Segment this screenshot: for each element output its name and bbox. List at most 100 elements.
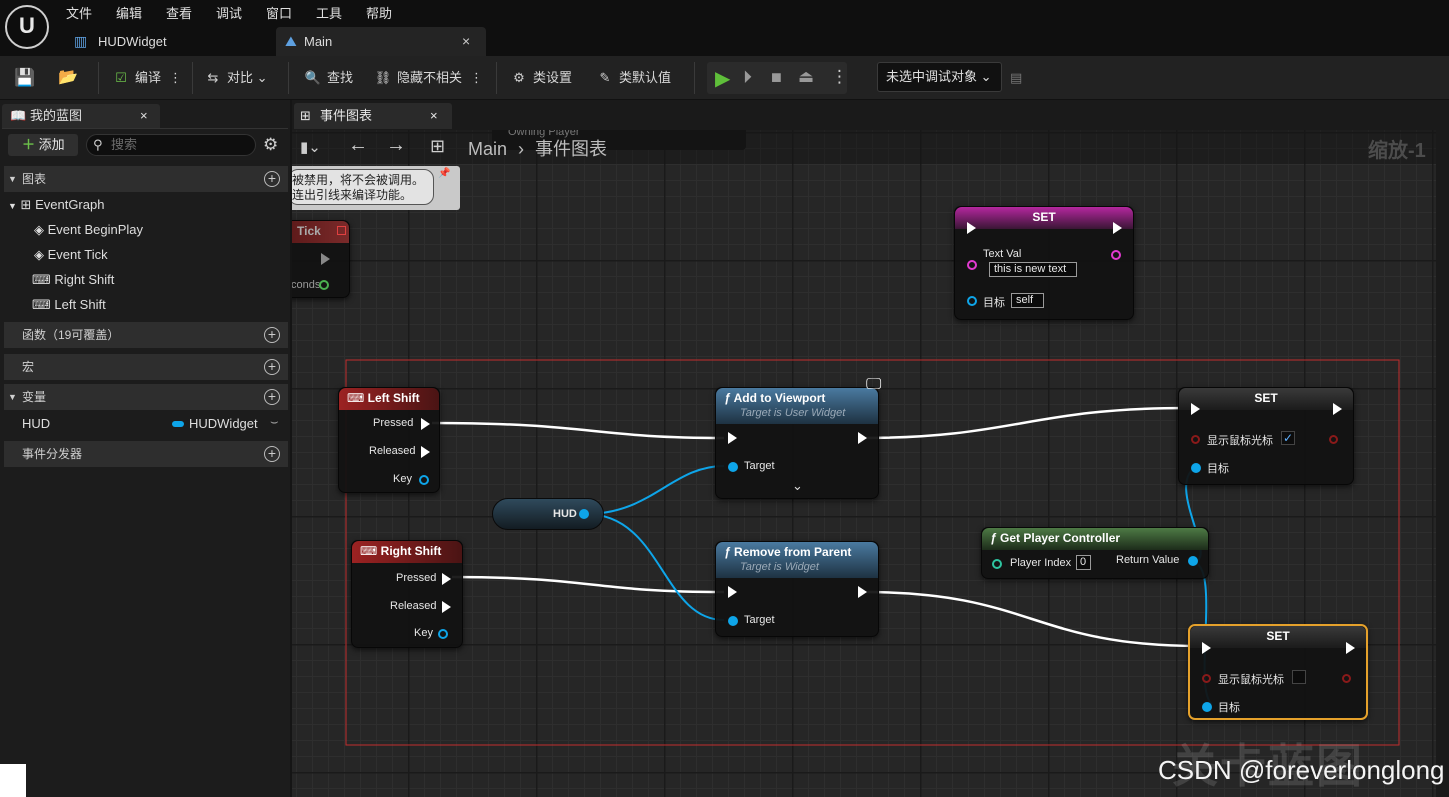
target-pin[interactable]: [967, 296, 977, 306]
set-show-cursor-true-node[interactable]: SET 显示鼠标光标 ✓ 目标: [1178, 387, 1354, 485]
variable-hud-name[interactable]: HUD: [22, 414, 50, 434]
released-exec-pin[interactable]: [442, 601, 451, 613]
remove-from-parent-node[interactable]: ƒ Remove from Parent Target is Widget Ta…: [715, 541, 879, 637]
right-shift-event-node[interactable]: ⌨ Right Shift Pressed Released Key: [351, 540, 463, 648]
section-dispatchers[interactable]: 事件分发器 +: [4, 441, 288, 467]
search-input[interactable]: ⚲ 搜索: [86, 134, 256, 156]
find-button[interactable]: 🔍 查找: [304, 66, 353, 90]
target-pin[interactable]: [1202, 702, 1212, 712]
hide-unrelated-button[interactable]: ⛓ 隐藏不相关 ⋮: [374, 66, 483, 90]
exec-out-pin[interactable]: [1333, 403, 1342, 415]
add-macro-icon[interactable]: +: [264, 359, 280, 375]
stop-icon[interactable]: ■: [771, 67, 782, 88]
step-icon[interactable]: ⏵: [743, 67, 752, 88]
bool-in-pin[interactable]: [1202, 674, 1211, 683]
add-button[interactable]: ＋ 添加: [8, 134, 78, 156]
text-val-out-pin[interactable]: [1111, 250, 1121, 260]
compile-button[interactable]: ☑ 编译 ⋮: [112, 66, 182, 90]
float-pin[interactable]: [319, 280, 329, 290]
section-variables[interactable]: ▼ 变量 +: [4, 384, 288, 410]
save-icon[interactable]: 💾: [14, 66, 35, 90]
unreal-logo[interactable]: U: [5, 5, 49, 49]
get-player-controller-node[interactable]: ƒ Get Player Controller Player Index 0 R…: [981, 527, 1209, 579]
tree-item-right-shift[interactable]: ⌨ Right Shift: [32, 270, 114, 290]
pressed-exec-pin[interactable]: [421, 418, 430, 430]
back-arrow-icon[interactable]: ←: [348, 134, 368, 157]
menu-view[interactable]: 查看: [166, 3, 192, 22]
section-graphs[interactable]: ▼ 图表 +: [4, 166, 288, 192]
set-show-cursor-false-node[interactable]: SET 显示鼠标光标 目标: [1188, 624, 1368, 720]
class-settings-button[interactable]: ⚙ 类设置: [510, 66, 572, 90]
tab-event-graph[interactable]: ⊞ 事件图表 ×: [294, 103, 452, 129]
add-to-viewport-node[interactable]: ƒ Add to Viewport Target is User Widget …: [715, 376, 881, 499]
player-index-pin[interactable]: [992, 559, 1002, 569]
play-icon[interactable]: ▶: [715, 66, 730, 91]
add-graph-icon[interactable]: +: [264, 171, 280, 187]
exec-in-pin[interactable]: [1191, 403, 1200, 415]
hud-variable-getter[interactable]: HUD: [492, 498, 604, 530]
target-self-input[interactable]: self: [1011, 293, 1044, 308]
exec-out-pin[interactable]: [858, 586, 867, 598]
add-variable-icon[interactable]: +: [264, 389, 280, 405]
menu-tools[interactable]: 工具: [316, 3, 342, 22]
tab-hudwidget[interactable]: ▥ HUDWidget: [70, 27, 270, 56]
exec-out-pin[interactable]: [321, 253, 330, 265]
left-shift-event-node[interactable]: ⌨ Left Shift Pressed Released Key: [338, 387, 440, 493]
diff-button[interactable]: ⇆ 对比 ⌄: [204, 66, 268, 90]
expand-chevron-icon[interactable]: ⌄: [792, 478, 803, 494]
target-pin[interactable]: [1191, 463, 1201, 473]
pin-icon[interactable]: 📌: [438, 168, 450, 179]
graph-hierarchy-icon[interactable]: ⊞: [430, 136, 445, 157]
add-function-icon[interactable]: +: [264, 327, 280, 343]
text-val-input[interactable]: this is new text: [989, 262, 1077, 277]
menu-help[interactable]: 帮助: [366, 3, 392, 22]
hud-out-pin[interactable]: [579, 509, 589, 519]
tree-item-event-beginplay[interactable]: ◈ Event BeginPlay: [34, 220, 143, 240]
key-pin[interactable]: [438, 629, 448, 639]
variable-hud-type[interactable]: HUDWidget: [189, 414, 258, 434]
exec-in-pin[interactable]: [967, 222, 976, 234]
tree-item-eventgraph[interactable]: ▼ ⊞ EventGraph: [8, 195, 104, 215]
section-macros[interactable]: 宏 +: [4, 354, 288, 380]
text-val-in-pin[interactable]: [967, 260, 977, 270]
section-functions[interactable]: 函数（19可覆盖） +: [4, 322, 288, 348]
event-tick-node[interactable]: Tick conds: [292, 220, 350, 298]
bool-out-pin[interactable]: [1342, 674, 1351, 683]
exec-in-pin[interactable]: [1202, 642, 1211, 654]
target-pin[interactable]: [728, 616, 738, 626]
class-defaults-button[interactable]: ✎ 类默认值: [596, 66, 671, 90]
menu-window[interactable]: 窗口: [266, 3, 292, 22]
exec-in-pin[interactable]: [728, 586, 737, 598]
graph-canvas[interactable]: Owning Player ▮⌄ ← → ⊞ Main › 事件图表 缩放-1 …: [292, 130, 1436, 797]
breadcrumb-root[interactable]: Main: [468, 139, 507, 159]
player-index-input[interactable]: 0: [1076, 555, 1091, 570]
more-options-icon[interactable]: ⋮: [831, 67, 848, 87]
set-text-val-node[interactable]: SET Text Val this is new text 目标 self: [954, 206, 1134, 320]
key-pin[interactable]: [419, 475, 429, 485]
browse-icon[interactable]: 📂: [58, 66, 78, 90]
exec-out-pin[interactable]: [1113, 222, 1122, 234]
menu-edit[interactable]: 编辑: [116, 3, 142, 22]
settings-gear-icon[interactable]: ⚙: [263, 135, 278, 155]
exec-in-pin[interactable]: [728, 432, 737, 444]
my-blueprint-tab[interactable]: 📖 我的蓝图 ×: [2, 104, 160, 128]
released-exec-pin[interactable]: [421, 446, 430, 458]
tab-main[interactable]: ⛰ Main ×: [276, 27, 486, 56]
bool-out-pin[interactable]: [1329, 435, 1338, 444]
exec-out-pin[interactable]: [1346, 642, 1355, 654]
debug-filter-icon[interactable]: ▤: [1010, 66, 1022, 90]
bool-in-pin[interactable]: [1191, 435, 1200, 444]
eject-icon[interactable]: ⏏: [798, 67, 814, 87]
close-tab-icon[interactable]: ×: [462, 27, 470, 56]
eye-icon[interactable]: ⌣: [270, 414, 279, 430]
tree-item-event-tick[interactable]: ◈ Event Tick: [34, 245, 108, 265]
exec-out-pin[interactable]: [858, 432, 867, 444]
show-cursor-checkbox-checked[interactable]: ✓: [1281, 431, 1295, 445]
forward-arrow-icon[interactable]: →: [386, 134, 406, 157]
debug-object-select[interactable]: 未选中调试对象 ⌄: [877, 62, 1002, 92]
breadcrumb-leaf[interactable]: 事件图表: [535, 139, 607, 159]
tree-item-left-shift[interactable]: ⌨ Left Shift: [32, 295, 106, 315]
add-dispatcher-icon[interactable]: +: [264, 446, 280, 462]
target-pin[interactable]: [728, 462, 738, 472]
bookmark-icon[interactable]: ▮⌄: [300, 138, 321, 156]
